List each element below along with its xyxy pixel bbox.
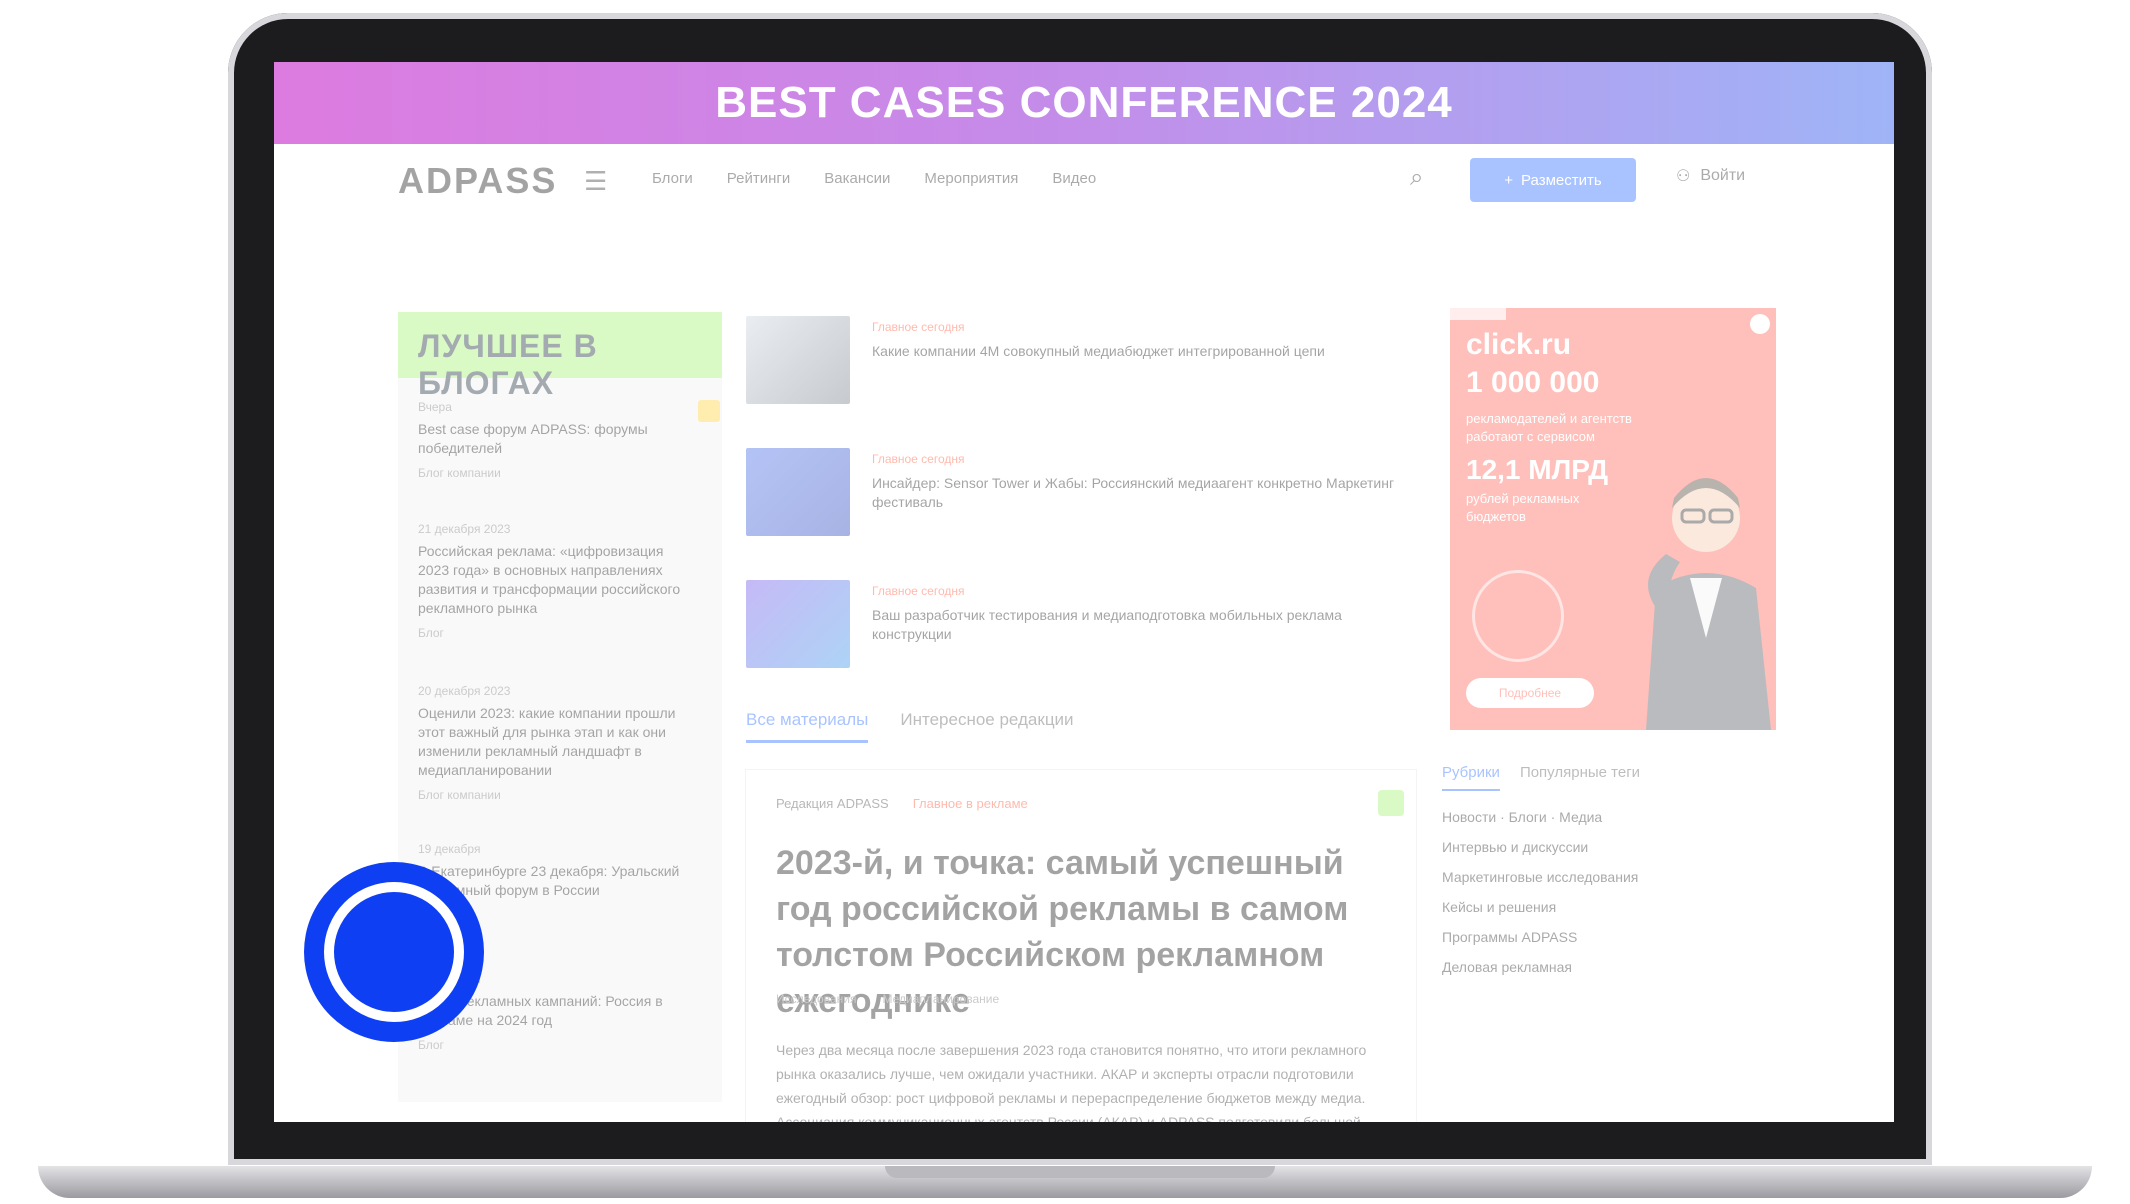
ad-cta-button[interactable]: Подробнее [1466, 678, 1594, 708]
content-tabs: Все материалы Интересное редакции [746, 710, 1074, 743]
site-header: ADPASS ☰ Блоги Рейтинги Вакансии Меропри… [274, 144, 1894, 214]
blog-item[interactable]: 21 декабря 2023 Российская реклама: «циф… [418, 522, 698, 640]
publish-label: Разместить [1521, 171, 1602, 189]
tab-popular-tags[interactable]: Популярные теги [1520, 764, 1640, 791]
blog-item[interactable]: Вчера Best case форум ADPASS: форумы поб… [418, 400, 698, 480]
news-thumbnail[interactable] [746, 580, 850, 668]
news-thumbnail[interactable] [746, 448, 850, 536]
blog-panel-title: ЛУЧШЕЕ В БЛОГАХ [418, 328, 598, 401]
user-icon: ⚇ [1676, 168, 1691, 185]
blog-panel-header: ЛУЧШЕЕ В БЛОГАХ [398, 312, 722, 401]
ad-figure: 1 000 000 [1466, 366, 1600, 399]
news-title[interactable]: Инсайдер: Sensor Tower и Жабы: Россиянск… [872, 474, 1412, 512]
rubric-link[interactable]: Программы ADPASS [1442, 929, 1776, 945]
rubric-link[interactable]: Маркетинговые исследования [1442, 869, 1776, 885]
nav-item-blogs[interactable]: Блоги [652, 170, 693, 187]
news-item[interactable]: Главное сегодня Ваш разработчик тестиров… [746, 580, 1342, 670]
site-logo[interactable]: ADPASS [398, 160, 557, 202]
tab-rubrics[interactable]: Рубрики [1442, 764, 1500, 791]
publish-button[interactable]: + Разместить [1470, 158, 1636, 202]
nav-item-jobs[interactable]: Вакансии [824, 170, 890, 187]
news-tag: Главное сегодня [872, 320, 965, 334]
blog-item-author: Блог [418, 1038, 444, 1052]
blog-item-author: Блог компании [418, 788, 501, 802]
ad-label [1450, 308, 1506, 320]
ad-figure: 12,1 МЛРД [1466, 454, 1609, 485]
blog-item-author: Блог [418, 626, 444, 640]
login-link[interactable]: ⚇ Войти [1676, 166, 1745, 186]
ad-person-image [1646, 478, 1771, 730]
ad-brand: click.ru [1466, 328, 1572, 361]
banner-text: BEST CASES CONFERENCE 2024 [715, 78, 1453, 127]
rubrics-tabs: Рубрики Популярные теги [1442, 764, 1776, 791]
featured-article-card[interactable]: Редакция ADPASS Главное в рекламе 2023-й… [746, 770, 1416, 1122]
rubric-link[interactable]: Интервью и дискуссии [1442, 839, 1776, 855]
ring-icon [324, 882, 464, 1022]
blog-item-title[interactable]: Оценили 2023: какие компании прошли этот… [418, 704, 698, 780]
laptop-screen: BEST CASES CONFERENCE 2024 ADPASS ☰ Блог… [274, 62, 1894, 1122]
rubric-link[interactable]: Кейсы и решения [1442, 899, 1776, 915]
blog-item-date: 20 декабря 2023 [418, 684, 511, 698]
search-icon[interactable]: ⌕ [1410, 164, 1423, 192]
bookmark-icon[interactable] [698, 400, 720, 422]
laptop-notch [885, 1166, 1275, 1178]
blog-item-title[interactable]: Best case форум ADPASS: форумы победител… [418, 420, 698, 458]
menu-icon[interactable]: ☰ [584, 166, 607, 197]
nav-item-events[interactable]: Мероприятия [924, 170, 1018, 187]
article-tag[interactable]: Главное в рекламе [913, 796, 1028, 811]
website-page: ADPASS ☰ Блоги Рейтинги Вакансии Меропри… [274, 144, 1894, 1122]
news-thumbnail[interactable] [746, 316, 850, 404]
nav-item-video[interactable]: Видео [1052, 170, 1096, 187]
rubric-link[interactable]: Деловая рекламная [1442, 959, 1776, 975]
article-categories: Исследования Медиапланирование [776, 992, 999, 1006]
close-icon[interactable] [1750, 314, 1770, 334]
rubrics-panel: Рубрики Популярные теги Новости · Блоги … [1442, 764, 1776, 1034]
blog-item-date: 21 декабря 2023 [418, 522, 511, 536]
article-category[interactable]: Исследования [776, 992, 856, 1006]
floating-action-button[interactable] [304, 862, 484, 1042]
article-excerpt: Через два месяца после завершения 2023 г… [776, 1042, 1367, 1122]
tab-all-materials[interactable]: Все материалы [746, 710, 869, 743]
blog-item[interactable]: 20 декабря 2023 Оценили 2023: какие комп… [418, 684, 698, 802]
rubric-link[interactable]: Новости · Блоги · Медиа [1442, 809, 1776, 825]
conference-banner[interactable]: BEST CASES CONFERENCE 2024 [274, 62, 1894, 144]
ad-caption: рублей рекламных бюджетов [1466, 491, 1580, 524]
news-tag: Главное сегодня [872, 452, 965, 466]
tab-editors-choice[interactable]: Интересное редакции [900, 710, 1073, 743]
article-category[interactable]: Медиапланирование [882, 992, 999, 1006]
ad-caption: рекламодателей и агентств работают с сер… [1466, 411, 1632, 444]
news-title[interactable]: Какие компании 4M совокупный медиабюджет… [872, 342, 1412, 361]
news-item[interactable]: Главное сегодня Инсайдер: Sensor Tower и… [746, 448, 1394, 538]
advertisement-banner[interactable]: click.ru 1 000 000 рекламодателей и аген… [1450, 308, 1776, 730]
plus-icon: + [1504, 171, 1514, 189]
blog-item-date: Вчера [418, 400, 452, 414]
news-item[interactable]: Главное сегодня Какие компании 4M совоку… [746, 316, 1325, 406]
article-author[interactable]: Редакция ADPASS [776, 796, 889, 811]
login-label: Войти [1700, 167, 1746, 184]
blog-item-date: 19 декабря [418, 842, 481, 856]
blog-item-title[interactable]: Российская реклама: «цифровизация 2023 г… [418, 542, 698, 618]
news-title[interactable]: Ваш разработчик тестирования и медиаподг… [872, 606, 1412, 644]
ad-decoration [1472, 570, 1564, 662]
article-meta: Редакция ADPASS Главное в рекламе [776, 796, 1028, 811]
nav-item-ratings[interactable]: Рейтинги [727, 170, 790, 187]
blog-item-author: Блог компании [418, 466, 501, 480]
news-tag: Главное сегодня [872, 584, 965, 598]
main-nav: Блоги Рейтинги Вакансии Мероприятия Виде… [652, 170, 1096, 187]
bookmark-icon[interactable] [1378, 790, 1404, 816]
